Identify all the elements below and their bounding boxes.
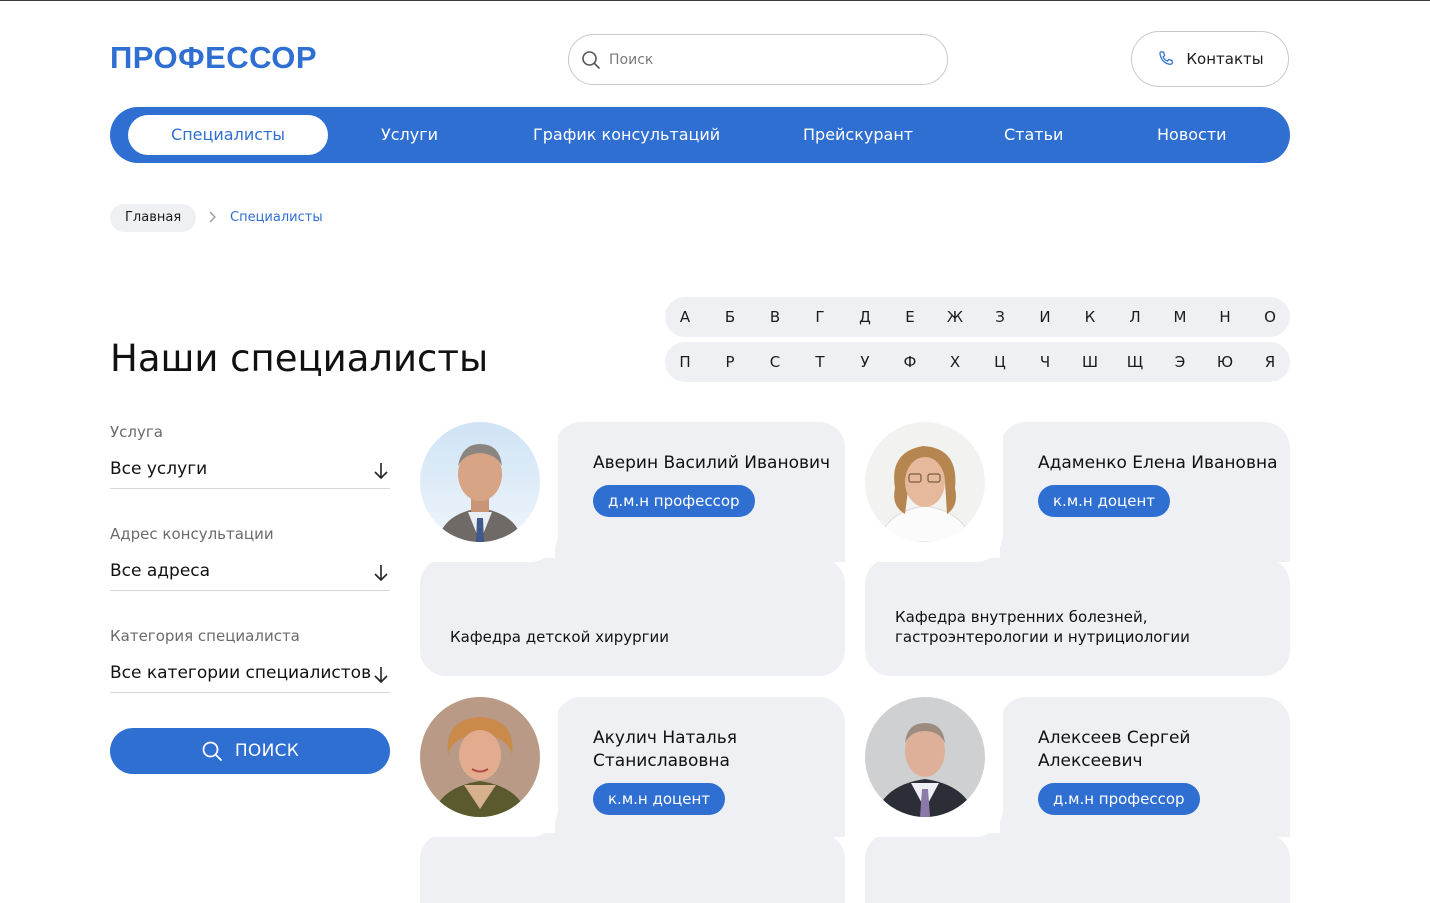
site-logo[interactable]: ПРОФЕССОР: [110, 40, 317, 76]
letter-l[interactable]: Л: [1120, 297, 1150, 337]
address-select[interactable]: Все адреса: [110, 557, 390, 591]
letter-r[interactable]: Р: [715, 342, 745, 382]
address-filter-label: Адрес консультации: [110, 525, 274, 543]
letter-i[interactable]: И: [1030, 297, 1060, 337]
letter-shch[interactable]: Щ: [1120, 342, 1150, 382]
specialist-card[interactable]: Акулич Наталья Станиславовна к.м.н доцен…: [420, 697, 845, 903]
nav-tab-news[interactable]: Новости: [1157, 115, 1227, 155]
phone-icon: [1156, 49, 1176, 69]
letter-t[interactable]: Т: [805, 342, 835, 382]
category-select-value: Все категории специалистов: [110, 663, 372, 683]
letter-v[interactable]: В: [760, 297, 790, 337]
arrow-down-icon: [372, 563, 390, 583]
letter-ya[interactable]: Я: [1255, 342, 1285, 382]
letter-s[interactable]: С: [760, 342, 790, 382]
specialist-degree-badge: к.м.н доцент: [593, 783, 726, 815]
specialist-department: Кафедра детской хирургии: [450, 628, 670, 646]
service-select[interactable]: Все услуги: [110, 455, 390, 489]
alphabet-row-2: П Р С Т У Ф Х Ц Ч Ш Щ Э Ю Я: [665, 342, 1290, 382]
address-select-value: Все адреса: [110, 561, 211, 581]
letter-o[interactable]: О: [1255, 297, 1285, 337]
letter-yu[interactable]: Ю: [1210, 342, 1240, 382]
letter-ts[interactable]: Ц: [985, 342, 1015, 382]
letter-a[interactable]: А: [670, 297, 700, 337]
chevron-right-icon: [206, 209, 220, 225]
nav-tab-consultation-schedule[interactable]: График консультаций: [533, 115, 720, 155]
page-title: Наши специалисты: [110, 337, 489, 380]
specialist-card[interactable]: Аверин Василий Иванович д.м.н профессор …: [420, 422, 845, 676]
specialist-name[interactable]: Аверин Василий Иванович: [593, 452, 843, 475]
specialist-name[interactable]: Акулич Наталья Станиславовна: [593, 727, 843, 773]
nav-tab-price-list[interactable]: Прейскурант: [803, 115, 913, 155]
card-body-bg: [420, 558, 845, 676]
top-border: [0, 0, 1430, 1]
specialist-degree-badge: к.м.н доцент: [1038, 485, 1171, 517]
specialist-name[interactable]: Алексеев Сергей Алексеевич: [1038, 727, 1288, 773]
letter-m[interactable]: М: [1165, 297, 1195, 337]
letter-f[interactable]: Ф: [895, 342, 925, 382]
category-select[interactable]: Все категории специалистов: [110, 659, 390, 693]
letter-eh[interactable]: Э: [1165, 342, 1195, 382]
specialist-degree-badge: д.м.н профессор: [1038, 783, 1200, 815]
specialist-name[interactable]: Адаменко Елена Ивановна: [1038, 452, 1288, 475]
search-icon: [201, 740, 223, 762]
filter-search-button-label: ПОИСК: [234, 741, 300, 761]
service-select-value: Все услуги: [110, 459, 208, 479]
nav-tab-articles[interactable]: Статьи: [1004, 115, 1063, 155]
specialist-photo[interactable]: [865, 697, 985, 817]
breadcrumb-current: Специалисты: [230, 210, 323, 225]
nav-tab-services[interactable]: Услуги: [381, 115, 438, 155]
letter-u[interactable]: У: [850, 342, 880, 382]
specialist-card[interactable]: Алексеев Сергей Алексеевич д.м.н професс…: [865, 697, 1290, 903]
letter-p[interactable]: П: [670, 342, 700, 382]
filter-search-button[interactable]: ПОИСК: [110, 728, 390, 774]
specialist-degree-badge: д.м.н профессор: [593, 485, 755, 517]
card-body-bg: [865, 833, 1290, 903]
card-body-bg: [420, 833, 845, 903]
letter-sh[interactable]: Ш: [1075, 342, 1105, 382]
arrow-down-icon: [372, 665, 390, 685]
specialist-photo[interactable]: [865, 422, 985, 542]
letter-z[interactable]: З: [985, 297, 1015, 337]
nav-tab-specialists[interactable]: Специалисты: [128, 115, 328, 155]
letter-d[interactable]: Д: [850, 297, 880, 337]
specialist-photo[interactable]: [420, 422, 540, 542]
letter-e[interactable]: Е: [895, 297, 925, 337]
specialist-card[interactable]: Адаменко Елена Ивановна к.м.н доцент Каф…: [865, 422, 1290, 676]
letter-kh[interactable]: Х: [940, 342, 970, 382]
category-filter-label: Категория специалиста: [110, 627, 300, 645]
search-box[interactable]: [568, 34, 948, 85]
letter-g[interactable]: Г: [805, 297, 835, 337]
contacts-button[interactable]: Контакты: [1131, 31, 1289, 87]
search-icon: [581, 50, 601, 70]
letter-n[interactable]: Н: [1210, 297, 1240, 337]
alphabet-row-1: А Б В Г Д Е Ж З И К Л М Н О: [665, 297, 1290, 337]
service-filter-label: Услуга: [110, 423, 163, 441]
specialist-photo[interactable]: [420, 697, 540, 817]
letter-k[interactable]: К: [1075, 297, 1105, 337]
main-navigation: Специалисты Услуги График консультаций П…: [110, 107, 1290, 163]
breadcrumb-home-link[interactable]: Главная: [110, 204, 197, 232]
arrow-down-icon: [372, 461, 390, 481]
contacts-label: Контакты: [1186, 50, 1264, 68]
letter-zh[interactable]: Ж: [940, 297, 970, 337]
letter-b[interactable]: Б: [715, 297, 745, 337]
letter-ch[interactable]: Ч: [1030, 342, 1060, 382]
specialist-department: Кафедра внутренних болезней, гастроэнтер…: [895, 608, 1190, 646]
search-input[interactable]: [609, 51, 909, 68]
